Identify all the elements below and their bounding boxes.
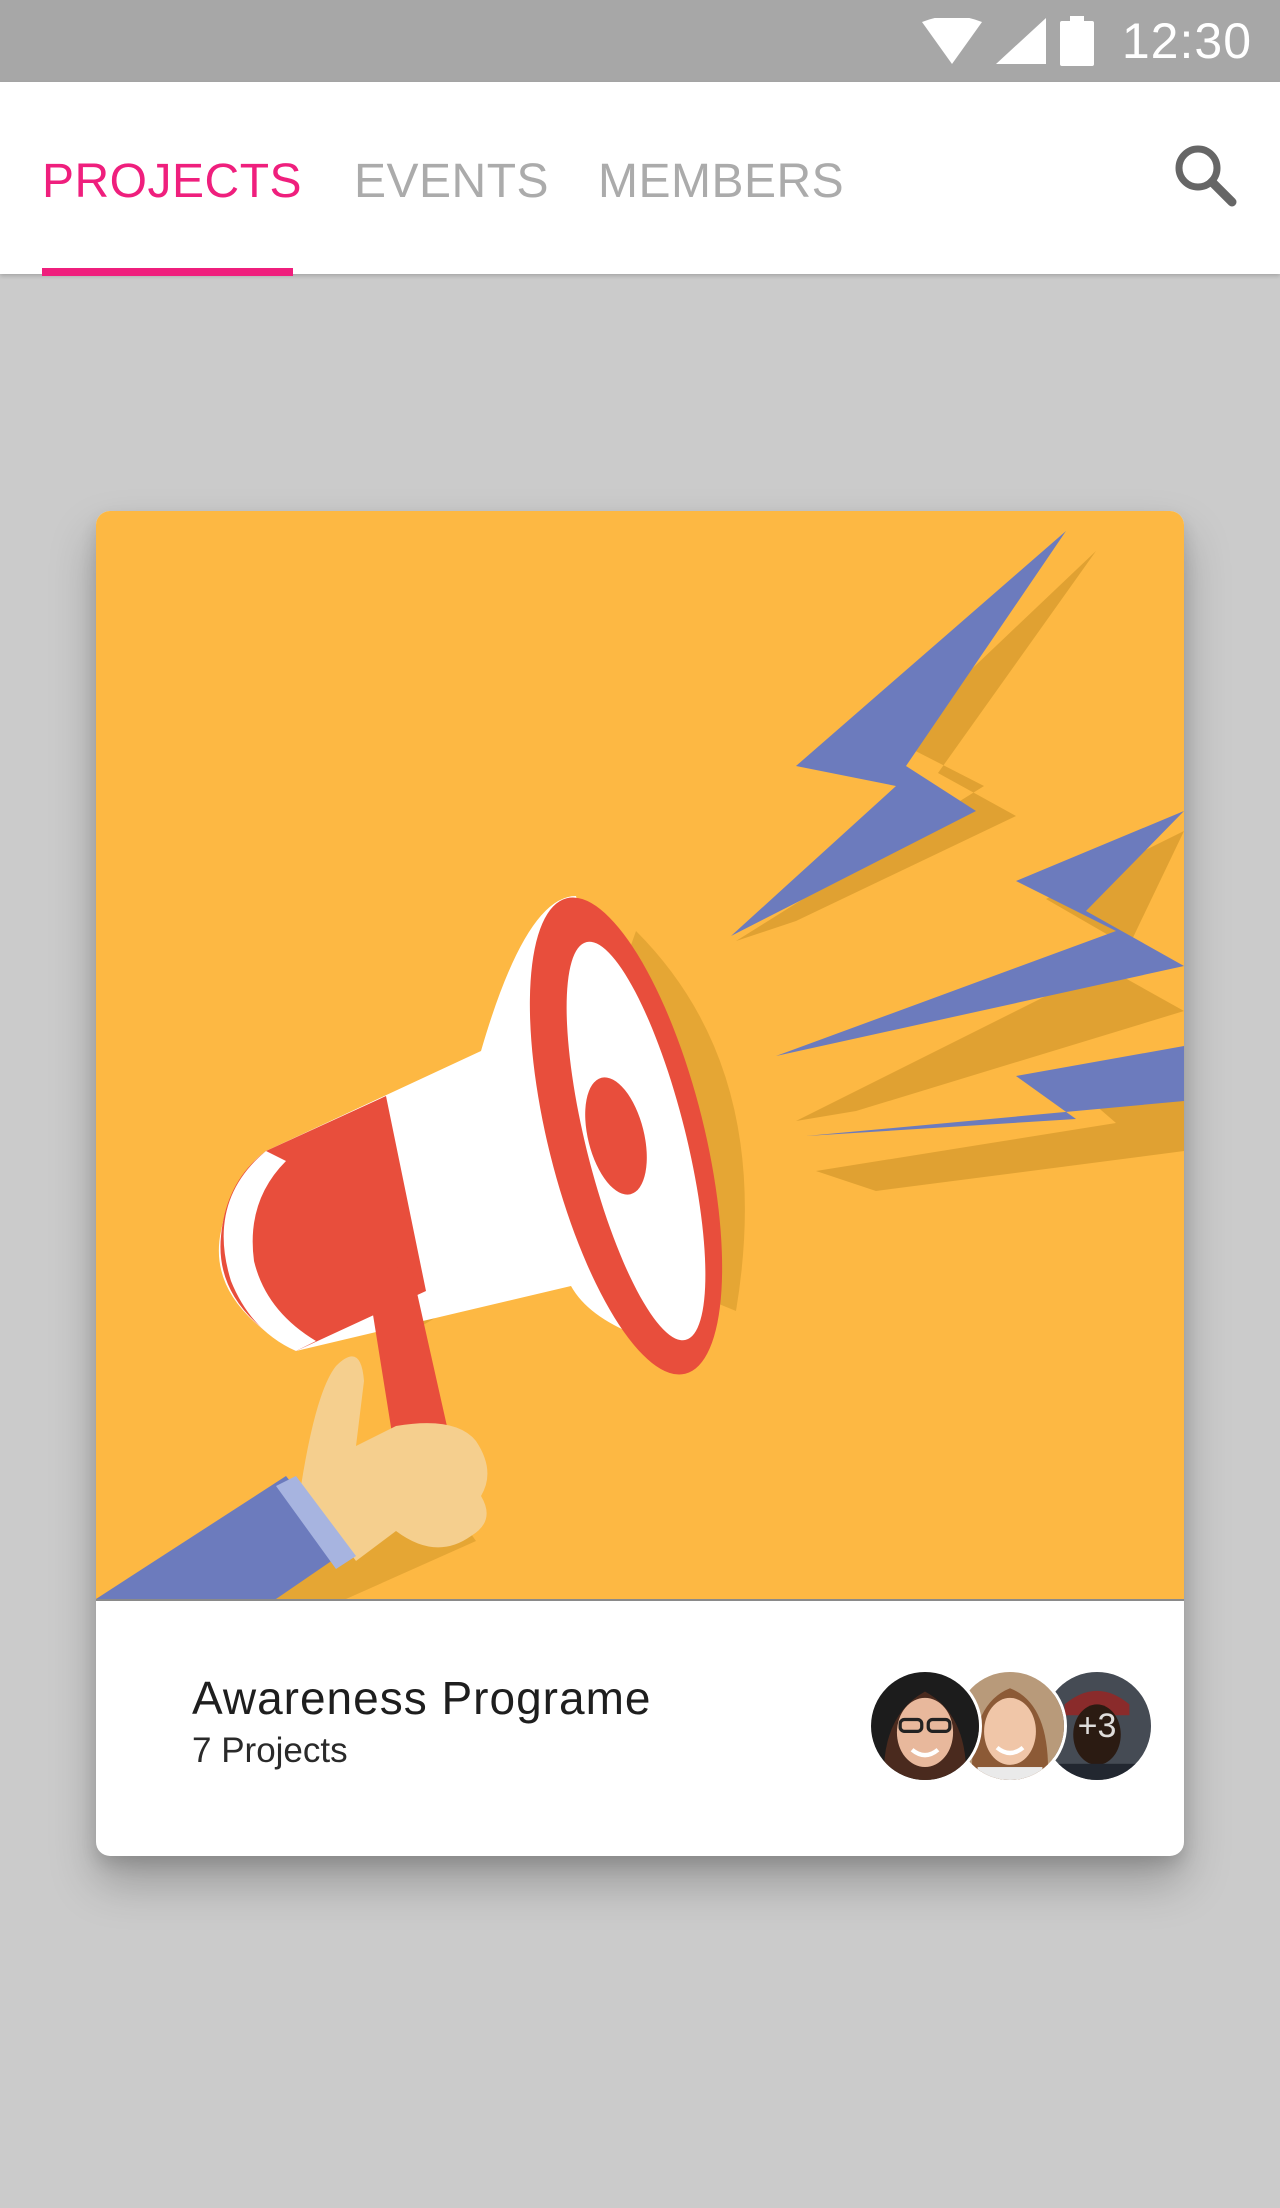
megaphone-illustration [96, 511, 1184, 1599]
signal-icon [995, 18, 1046, 64]
card-subtitle: 7 Projects [192, 1731, 348, 1770]
tab-projects[interactable]: PROJECTS [42, 154, 302, 209]
card-divider [96, 1599, 1184, 1601]
project-card[interactable]: Awareness Programe 7 Projects +3 [96, 511, 1184, 1856]
status-icons: 12:30 [921, 0, 1252, 82]
tab-events[interactable]: EVENTS [354, 154, 549, 209]
wifi-icon [921, 18, 982, 64]
search-button[interactable] [1168, 138, 1244, 214]
card-title: Awareness Programe [192, 1672, 652, 1724]
member-avatar[interactable] [868, 1669, 982, 1783]
tab-members[interactable]: MEMBERS [598, 154, 844, 209]
search-icon [1175, 145, 1237, 207]
status-time: 12:30 [1121, 13, 1252, 69]
battery-icon [1059, 16, 1094, 66]
status-bar: 12:30 [0, 0, 1280, 82]
tab-bar: PROJECTS EVENTS MEMBERS [0, 82, 1280, 276]
active-tab-indicator [42, 268, 293, 276]
